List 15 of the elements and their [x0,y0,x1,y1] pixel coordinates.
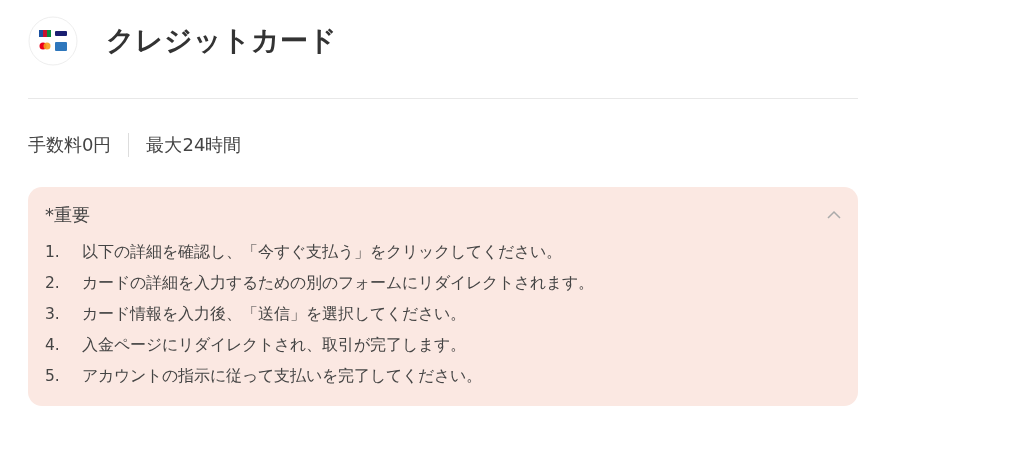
page-title: クレジットカード [106,23,337,59]
notice-title: *重要 [45,203,90,227]
step-text: 以下の詳細を確認し、「今すぐ支払う」をクリックしてください。 [82,242,562,263]
step-number: 5. [45,366,61,387]
step-number: 4. [45,335,61,356]
step-text: カードの詳細を入力するための別のフォームにリダイレクトされます。 [82,273,594,294]
card-brands-logo [28,16,78,66]
fee-info: 最大24時間 [128,133,259,157]
step-number: 3. [45,304,61,325]
fee-info: 手数料0円 [28,133,113,157]
step-number: 1. [45,242,61,263]
step-text: カード情報を入力後、「送信」を選択してください。 [82,304,466,325]
step-number: 2. [45,273,61,294]
step-text: アカウントの指示に従って支払いを完了してください。 [82,366,482,387]
step-text: 入金ページにリダイレクトされ、取引が完了します。 [82,335,466,356]
